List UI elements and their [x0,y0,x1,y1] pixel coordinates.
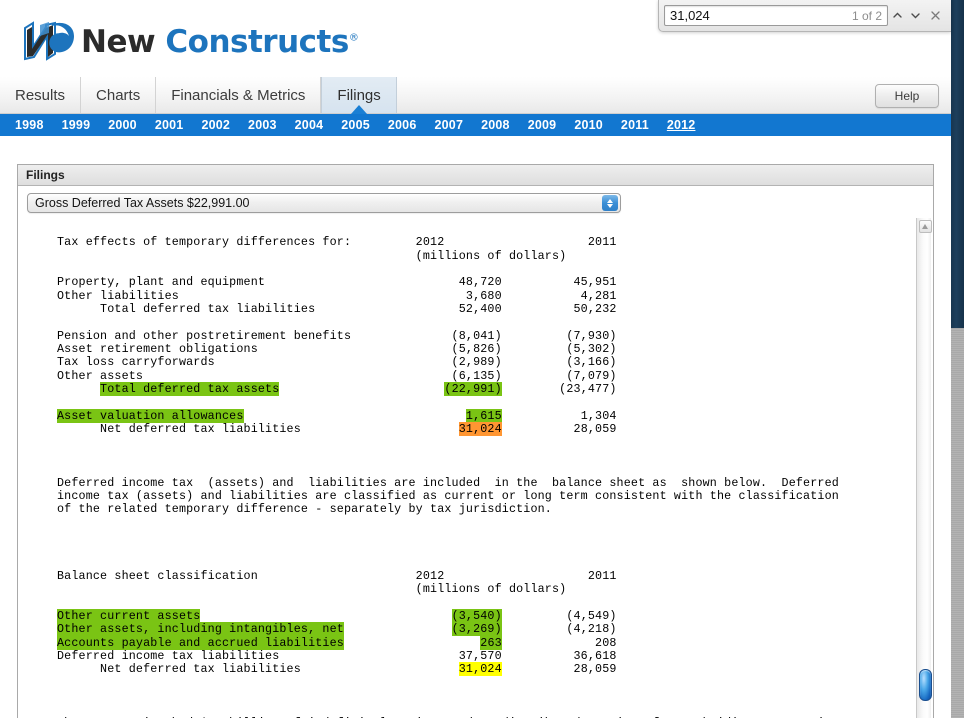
tab-list: Results Charts Financials & Metrics Fili… [0,77,397,114]
find-next-button[interactable] [907,5,926,26]
metric-select-value: Gross Deferred Tax Assets $22,991.00 [35,196,250,210]
tab-filings[interactable]: Filings [321,77,397,114]
s2-row-2-label-highlight: Accounts payable and accrued liabilities [57,635,344,650]
registered-trademark-icon: ® [348,32,359,44]
s1c-row-1-value-2012-highlight: 31,024 [458,422,502,437]
document-scrollbar[interactable] [916,218,932,718]
panel-title: Filings [26,168,65,182]
year-1998[interactable]: 1998 [6,118,53,132]
s1c-row-0-value-2012-highlight: 1,615 [465,408,502,423]
year-2006[interactable]: 2006 [379,118,426,132]
s2-row-1-value-2012-highlight: (3,269) [451,622,502,637]
main-tab-bar: Results Charts Financials & Metrics Fili… [0,77,951,114]
browser-find-bar: 1 of 2 [658,0,951,32]
find-previous-button[interactable] [888,5,907,26]
year-2012[interactable]: 2012 [658,118,705,132]
metric-selector-row: Gross Deferred Tax Assets $22,991.00 [18,186,933,218]
year-2000[interactable]: 2000 [99,118,146,132]
caret-down-icon [607,203,613,208]
year-2008[interactable]: 2008 [472,118,519,132]
metric-select[interactable]: Gross Deferred Tax Assets $22,991.00 [27,193,621,213]
s2-row-0-value-2012-highlight: (3,540) [451,608,502,623]
page-body: Filings Gross Deferred Tax Assets $22,99… [0,136,951,718]
s2-row-1-label-highlight: Other assets, including intangibles, net [57,622,344,637]
year-2010[interactable]: 2010 [565,118,612,132]
year-2007[interactable]: 2007 [425,118,472,132]
s1b-row-4-value-2012-highlight: (22,991) [444,382,502,397]
s1c-row-0-label-highlight: Asset valuation allowances [57,408,244,423]
find-input-wrapper[interactable]: 1 of 2 [664,5,889,26]
tab-results-label: Results [15,86,66,104]
find-close-button[interactable] [925,5,946,26]
close-icon [931,11,940,20]
document-scrollbar-thumb[interactable] [919,669,932,701]
tab-financials-metrics-label: Financials & Metrics [171,86,306,104]
year-2004[interactable]: 2004 [286,118,333,132]
year-2002[interactable]: 2002 [192,118,239,132]
browser-scrollbar-track[interactable] [951,328,964,718]
s2-row-2-value-2012-highlight: 263 [480,635,502,650]
brand-word-constructs: Constructs [165,24,349,60]
find-match-count: 1 of 2 [852,8,883,23]
brand-word-new: New [81,24,156,60]
browser-scrollbar-thumb[interactable] [951,0,964,328]
s2-row-4-value-2012-highlight: 31,024 [458,662,502,677]
help-button[interactable]: Help [875,84,939,108]
scroll-up-arrow-icon[interactable] [919,220,932,233]
filings-panel: Filings Gross Deferred Tax Assets $22,99… [17,164,934,718]
year-1999[interactable]: 1999 [53,118,100,132]
help-button-label: Help [894,89,920,103]
find-input[interactable] [670,7,846,24]
app-window: New Constructs® 1 of 2 Results Chart [0,0,964,718]
logo[interactable]: New Constructs® [22,20,359,64]
browser-scrollbar[interactable] [951,0,964,718]
filings-panel-header: Filings [18,165,933,186]
chevron-down-icon [911,13,920,19]
year-2011[interactable]: 2011 [612,118,658,132]
s2-row-0-label-highlight: Other current assets [57,608,201,623]
tab-filings-label: Filings [337,86,381,104]
tab-charts[interactable]: Charts [81,77,157,113]
caret-up-icon [607,198,613,203]
year-2001[interactable]: 2001 [146,118,193,132]
brand-wordmark: New Constructs® [81,24,359,60]
new-constructs-logo-icon [24,21,74,61]
chevron-up-icon [893,12,902,18]
tab-charts-label: Charts [96,86,141,104]
tab-results[interactable]: Results [0,77,82,113]
filing-document-viewport: Tax effects of temporary differences for… [27,219,915,718]
filing-document-text: Tax effects of temporary differences for… [57,235,839,718]
stepper-arrows-icon[interactable] [602,195,618,211]
year-selector-bar: 1998 1999 2000 2001 2002 2003 2004 2005 2006 2007… [0,114,951,136]
year-2003[interactable]: 2003 [239,118,286,132]
s1b-row-4-label-highlight: Total deferred tax assets [100,382,280,397]
tab-financials-metrics[interactable]: Financials & Metrics [156,77,322,113]
year-2005[interactable]: 2005 [332,118,379,132]
year-2009[interactable]: 2009 [519,118,566,132]
